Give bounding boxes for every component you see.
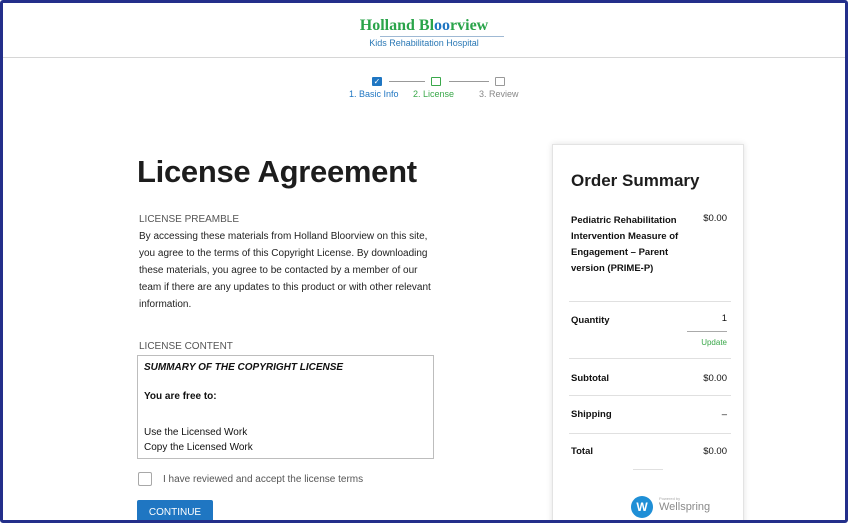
license-content-scrollbox[interactable]: SUMMARY OF THE COPYRIGHT LICENSE You are… — [137, 355, 434, 459]
license-line: Use the Licensed Work — [144, 427, 248, 438]
site-header: Holland Bloorview Kids Rehabilitation Ho… — [3, 3, 845, 58]
total-label: Total — [571, 446, 593, 457]
license-summary-heading: SUMMARY OF THE COPYRIGHT LICENSE — [144, 362, 344, 373]
order-summary-title: Order Summary — [571, 171, 700, 190]
continue-button[interactable]: CONTINUE — [137, 500, 213, 520]
step-1-checkbox-icon: ✓ — [372, 77, 382, 86]
total-value: $0.00 — [703, 446, 727, 457]
step-1-label[interactable]: 1. Basic Info — [349, 89, 399, 99]
product-price: $0.00 — [703, 213, 727, 224]
step-3-checkbox-icon — [495, 77, 505, 86]
subtotal-label: Subtotal — [571, 373, 609, 384]
divider — [569, 358, 731, 359]
step-connector — [389, 81, 425, 82]
preamble-heading: LICENSE PREAMBLE — [139, 214, 240, 225]
divider — [569, 301, 731, 302]
license-line: Copy the Licensed Work — [144, 442, 253, 453]
step-2-checkbox-icon — [431, 77, 441, 86]
logo-wordmark[interactable]: Holland Bloorview — [3, 17, 845, 35]
quantity-input-underline — [687, 331, 727, 332]
quantity-label: Quantity — [571, 315, 610, 326]
subtotal-value: $0.00 — [703, 373, 727, 384]
logo-text-part: Holland Bl — [359, 17, 435, 34]
logo-subtitle: Kids Rehabilitation Hospital — [369, 38, 479, 48]
page-title: License Agreement — [137, 154, 417, 189]
update-quantity-link[interactable]: Update — [701, 338, 727, 347]
quantity-input[interactable]: 1 — [722, 313, 727, 324]
logo-text-part: rview — [450, 17, 489, 34]
logo-text-part: oo — [434, 17, 451, 34]
order-summary-card: Order Summary Pediatric Rehabilitation I… — [552, 144, 744, 520]
check-icon: ✓ — [373, 77, 381, 86]
license-content-heading: LICENSE CONTENT — [139, 341, 233, 352]
accept-terms-checkbox[interactable] — [138, 472, 152, 486]
license-free-to-heading: You are free to: — [144, 391, 217, 402]
shipping-label: Shipping — [571, 409, 612, 420]
browser-viewport: Holland Bloorview Kids Rehabilitation Ho… — [0, 0, 848, 523]
step-3-label: 3. Review — [479, 89, 519, 99]
logo-divider — [380, 36, 504, 37]
preamble-text: By accessing these materials from Hollan… — [139, 231, 431, 310]
accept-terms-label[interactable]: I have reviewed and accept the license t… — [163, 474, 363, 485]
step-2-label[interactable]: 2. License — [413, 89, 454, 99]
step-connector — [449, 81, 489, 82]
shipping-value: – — [721, 409, 727, 420]
wellspring-w-icon: W — [631, 496, 653, 518]
product-name: Pediatric Rehabilitation Intervention Me… — [571, 215, 679, 274]
progress-steps: ✓ 1. Basic Info 2. License 3. Review — [3, 77, 845, 107]
wellspring-wordmark: Wellspring — [659, 501, 711, 513]
divider — [569, 433, 731, 434]
divider — [633, 469, 663, 470]
divider — [569, 395, 731, 396]
